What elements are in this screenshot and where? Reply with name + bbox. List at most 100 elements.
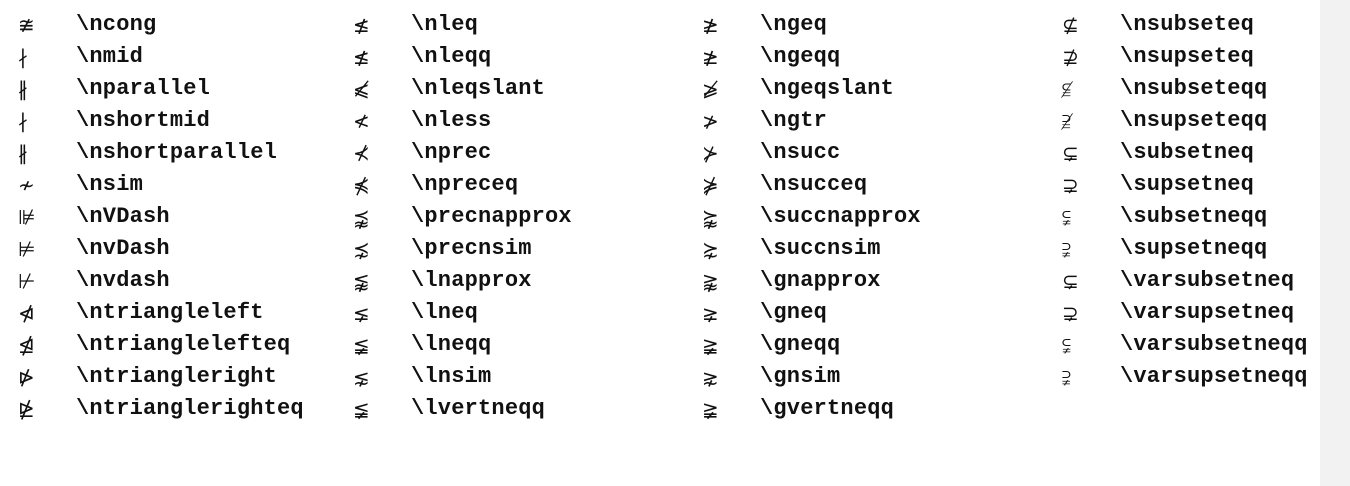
latex-command: \gnsim bbox=[760, 364, 841, 389]
symbol-row: ⊊ \varsubsetneq bbox=[1058, 265, 1308, 297]
math-symbol: ⫌ bbox=[1062, 365, 1071, 389]
symbol-row: ⊯ \nVDash bbox=[14, 201, 304, 233]
latex-command: \precnapprox bbox=[411, 204, 572, 229]
latex-command: \supsetneq bbox=[1120, 172, 1255, 197]
math-symbol: ⩽̸ bbox=[353, 77, 370, 101]
symbol-row: ⋭ \ntrianglerighteq bbox=[14, 393, 304, 425]
symbol-row: ≁ \nsim bbox=[14, 169, 304, 201]
symbol-row: ⋦ \lnsim bbox=[349, 361, 572, 393]
math-symbol: ∤ bbox=[18, 109, 28, 133]
math-symbol: ⊊ bbox=[1062, 141, 1079, 165]
latex-command: \ncong bbox=[76, 12, 157, 37]
symbol-row: ⪺ \succnapprox bbox=[698, 201, 921, 233]
latex-command: \lvertneqq bbox=[411, 396, 546, 421]
latex-command: \varsupsetneq bbox=[1120, 300, 1295, 325]
symbol-row: ∤ \nmid bbox=[14, 41, 304, 73]
symbol-row: ⋠ \npreceq bbox=[349, 169, 572, 201]
latex-command: \lnapprox bbox=[411, 268, 532, 293]
symbol-row: ∦ \nparallel bbox=[14, 73, 304, 105]
math-symbol: ⊀ bbox=[353, 141, 370, 165]
scrollbar-track[interactable] bbox=[1320, 0, 1350, 486]
symbol-row: ⊋ \varsupsetneq bbox=[1058, 297, 1308, 329]
symbol-row: ⊁ \nsucc bbox=[698, 137, 921, 169]
latex-command: \ntrianglelefteq bbox=[76, 332, 291, 357]
latex-command: \lneqq bbox=[411, 332, 492, 357]
math-symbol: ≮ bbox=[353, 109, 370, 133]
math-symbol: ⋪ bbox=[18, 301, 35, 325]
symbol-row: ⊈ \nsubseteq bbox=[1058, 9, 1308, 41]
latex-command: \nsucc bbox=[760, 140, 841, 165]
math-symbol: ≨ bbox=[353, 397, 370, 421]
math-symbol: ≨ bbox=[353, 333, 370, 357]
math-symbol: ⊋ bbox=[1062, 173, 1079, 197]
symbol-row: ⫌ \supsetneqq bbox=[1058, 233, 1308, 265]
math-symbol: ≱ bbox=[702, 13, 719, 37]
latex-command: \nsupseteq bbox=[1120, 44, 1255, 69]
symbol-row: ⋡ \nsucceq bbox=[698, 169, 921, 201]
math-symbol: ⋦ bbox=[353, 365, 370, 389]
math-symbol: ⋠ bbox=[353, 173, 370, 197]
symbol-row: ≨ \lvertneqq bbox=[349, 393, 572, 425]
math-symbol: ⊁ bbox=[702, 141, 719, 165]
latex-command: \nless bbox=[411, 108, 492, 133]
latex-command: \nmid bbox=[76, 44, 144, 69]
math-symbol: ⪺ bbox=[702, 205, 719, 229]
symbol-row: ⫋ \varsubsetneqq bbox=[1058, 329, 1308, 361]
math-symbol: ⊉ bbox=[1062, 45, 1079, 69]
math-symbol: ⪊ bbox=[702, 269, 719, 293]
symbol-row: ⋩ \succnsim bbox=[698, 233, 921, 265]
latex-command: \varsupsetneqq bbox=[1120, 364, 1308, 389]
symbol-row: ⊊ \subsetneq bbox=[1058, 137, 1308, 169]
latex-command: \supsetneqq bbox=[1120, 236, 1268, 261]
latex-command: \succnsim bbox=[760, 236, 881, 261]
math-symbol: ⋩ bbox=[702, 237, 719, 261]
latex-command: \ngeq bbox=[760, 12, 828, 37]
symbol-row: ⋨ \precnsim bbox=[349, 233, 572, 265]
math-symbol: ≱ bbox=[702, 45, 719, 69]
symbol-column-2: ≰ \nleq ≰ \nleqq ⩽̸ \nleqslant ≮ \nless ⊀ \np… bbox=[349, 9, 572, 425]
math-symbol: ≰ bbox=[353, 13, 370, 37]
symbol-row: ⊉ \nsupseteq bbox=[1058, 41, 1308, 73]
latex-command: \nsim bbox=[76, 172, 144, 197]
symbol-row: ≱ \ngeq bbox=[698, 9, 921, 41]
latex-command: \subsetneq bbox=[1120, 140, 1255, 165]
math-symbol: ≇ bbox=[18, 13, 35, 37]
math-symbol: ⋨ bbox=[353, 237, 370, 261]
symbol-row: ≰ \nleq bbox=[349, 9, 572, 41]
math-symbol: ⊭ bbox=[18, 237, 36, 261]
math-symbol: ⫌ bbox=[1062, 237, 1071, 261]
symbol-row: ⫋ \subsetneqq bbox=[1058, 201, 1308, 233]
math-symbol: ≰ bbox=[353, 45, 370, 69]
symbol-row: ≩ \gneqq bbox=[698, 329, 921, 361]
latex-command: \nsucceq bbox=[760, 172, 868, 197]
math-symbol: ⊯ bbox=[18, 205, 36, 229]
symbol-column-4: ⊈ \nsubseteq ⊉ \nsupseteq ⫅̸ \nsubseteqq ⫆̸… bbox=[1058, 9, 1308, 393]
math-symbol: ⫆̸ bbox=[1062, 109, 1071, 133]
symbol-row: ⊋ \supsetneq bbox=[1058, 169, 1308, 201]
symbol-row: ⋬ \ntrianglelefteq bbox=[14, 329, 304, 361]
math-symbol: ⋧ bbox=[702, 365, 719, 389]
symbol-row: ≨ \lneqq bbox=[349, 329, 572, 361]
latex-command: \lnsim bbox=[411, 364, 492, 389]
math-symbol: ⪹ bbox=[353, 205, 370, 229]
latex-command: \nsubseteq bbox=[1120, 12, 1255, 37]
math-symbol: ⪇ bbox=[353, 301, 370, 325]
math-symbol: ⊈ bbox=[1062, 13, 1079, 37]
latex-command: \ngtr bbox=[760, 108, 828, 133]
latex-command: \nshortmid bbox=[76, 108, 211, 133]
symbol-row: ⩾̸ \ngeqslant bbox=[698, 73, 921, 105]
latex-command: \nVDash bbox=[76, 204, 170, 229]
math-symbol: ∤ bbox=[18, 45, 28, 69]
math-symbol: ≩ bbox=[702, 333, 719, 357]
symbol-row: ⪇ \lneq bbox=[349, 297, 572, 329]
symbol-row: ≱ \ngeqq bbox=[698, 41, 921, 73]
latex-command: \nvDash bbox=[76, 236, 170, 261]
latex-command: \ngeqq bbox=[760, 44, 841, 69]
math-symbol: ⊬ bbox=[18, 269, 36, 293]
math-symbol: ⫋ bbox=[1062, 205, 1071, 229]
latex-command: \subsetneqq bbox=[1120, 204, 1268, 229]
math-symbol: ⊊ bbox=[1062, 269, 1079, 293]
symbol-row: ⫌ \varsupsetneqq bbox=[1058, 361, 1308, 393]
latex-command: \lneq bbox=[411, 300, 479, 325]
latex-command: \ntrianglerighteq bbox=[76, 396, 304, 421]
